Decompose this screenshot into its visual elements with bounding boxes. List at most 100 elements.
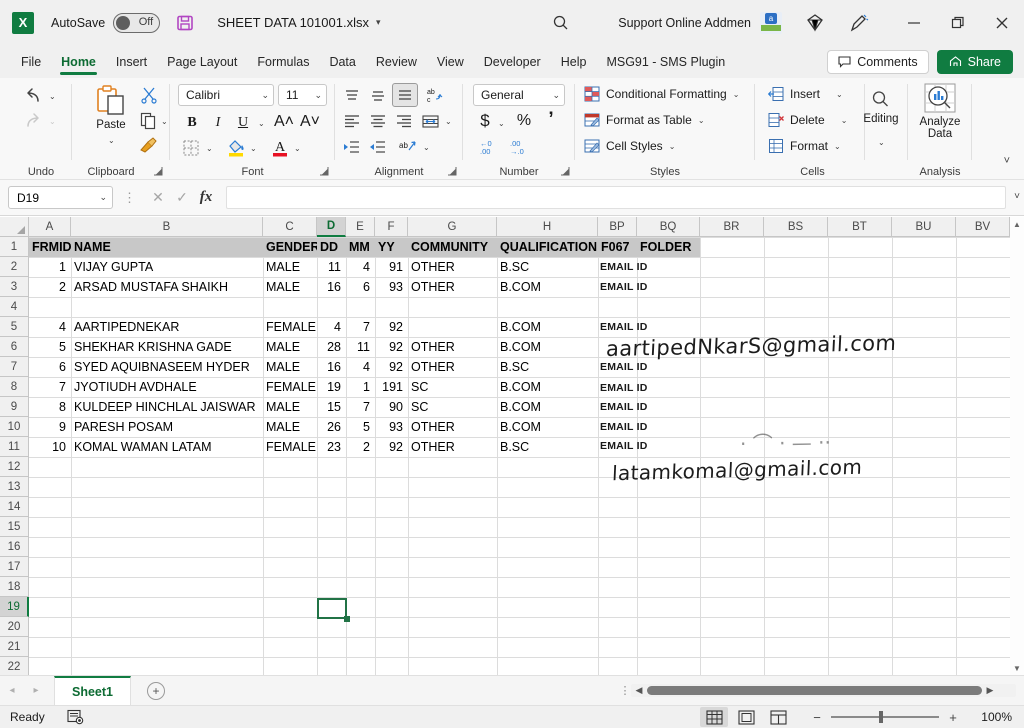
cell-qualification-row7[interactable]: B.SC <box>497 357 598 377</box>
row-header-14[interactable]: 14 <box>0 497 29 517</box>
underline-caret-icon[interactable]: ⌄ <box>258 119 265 128</box>
cell-name-row3[interactable]: ARSAD MUSTAFA SHAIKH <box>71 277 263 297</box>
header-cell-frmid[interactable]: FRMID <box>29 237 71 257</box>
underline-button[interactable]: U <box>232 112 254 134</box>
cell-name-row6[interactable]: SHEKHAR KRISHNA GADE <box>71 337 263 357</box>
tab-review[interactable]: Review <box>366 49 427 75</box>
cell-mm-row3[interactable]: 6 <box>346 277 375 297</box>
borders-button[interactable] <box>179 138 203 158</box>
cell-mm-row7[interactable]: 4 <box>346 357 375 377</box>
cell-qualification-row2[interactable]: B.SC <box>497 257 598 277</box>
diamond-icon[interactable] <box>804 12 826 34</box>
header-cell-f067[interactable]: F067 <box>598 237 637 257</box>
align-left-button[interactable] <box>340 110 364 132</box>
cell-qualification-row5[interactable]: B.COM <box>497 317 598 337</box>
cell-gender-row3[interactable]: MALE <box>263 277 317 297</box>
autosave-toggle[interactable]: Off <box>113 12 161 33</box>
currency-button[interactable]: $ <box>475 109 495 133</box>
cell-yy-row6[interactable]: 92 <box>375 337 408 357</box>
cell-frmid-row10[interactable]: 9 <box>29 417 71 437</box>
row-header-2[interactable]: 2 <box>0 257 29 277</box>
cell-qualification-row8[interactable]: B.COM <box>497 377 598 397</box>
wrap-text-button[interactable]: ab <box>395 136 421 158</box>
cell-gender-row8[interactable]: FEMALE <box>263 377 317 397</box>
row-header-12[interactable]: 12 <box>0 457 29 477</box>
editing-caret-icon[interactable]: ⌄ <box>878 138 885 147</box>
add-sheet-button[interactable]: + <box>147 681 165 700</box>
alignment-dialog-launcher[interactable] <box>447 166 458 177</box>
document-title[interactable]: SHEET DATA 101001.xlsx <box>217 15 369 30</box>
cell-name-row5[interactable]: AARTIPEDNEKAR <box>71 317 263 337</box>
cut-button[interactable] <box>138 85 160 105</box>
grow-font-button[interactable]: A˄ <box>272 110 296 134</box>
column-header-f[interactable]: F <box>375 217 408 237</box>
format-painter-button[interactable] <box>136 135 160 155</box>
confirm-formula-button[interactable]: ✓ <box>170 187 194 209</box>
page-layout-view-button[interactable] <box>732 707 760 727</box>
cell-frmid-row2[interactable]: 1 <box>29 257 71 277</box>
close-button[interactable] <box>980 0 1024 45</box>
percent-button[interactable]: % <box>513 109 535 133</box>
cell-dd-row8[interactable]: 19 <box>317 377 346 397</box>
row-header-11[interactable]: 11 <box>0 437 29 457</box>
cell-gender-row6[interactable]: MALE <box>263 337 317 357</box>
tab-formulas[interactable]: Formulas <box>247 49 319 75</box>
cell-frmid-row5[interactable]: 4 <box>29 317 71 337</box>
orientation-button[interactable]: ab c <box>422 84 448 106</box>
redo-caret-icon[interactable]: ⌄ <box>49 117 56 126</box>
format-as-table-button[interactable]: Format as Table ⌄ <box>584 112 705 128</box>
column-header-bt[interactable]: BT <box>828 217 892 237</box>
cell-gender-row5[interactable]: FEMALE <box>263 317 317 337</box>
row-header-5[interactable]: 5 <box>0 317 29 337</box>
cell-yy-row5[interactable]: 92 <box>375 317 408 337</box>
next-sheet-button[interactable]: ▸ <box>24 679 48 703</box>
row-header-1[interactable]: 1 <box>0 237 29 257</box>
cell-styles-button[interactable]: Cell Styles ⌄ <box>584 138 675 154</box>
tab-help[interactable]: Help <box>551 49 597 75</box>
header-cell-mm[interactable]: MM <box>346 237 375 257</box>
row-header-22[interactable]: 22 <box>0 657 29 675</box>
header-cell-qualification[interactable]: QUALIFICATION <box>497 237 601 257</box>
page-break-view-button[interactable] <box>764 707 792 727</box>
cell-dd-row3[interactable]: 16 <box>317 277 346 297</box>
bold-button[interactable]: B <box>181 112 203 134</box>
column-header-bq[interactable]: BQ <box>637 217 700 237</box>
comma-button[interactable]: ’ <box>541 108 561 132</box>
decrease-decimal-button[interactable]: ←0.00 <box>477 136 503 158</box>
font-color-caret-icon[interactable]: ⌄ <box>294 144 301 153</box>
decrease-indent-button[interactable] <box>339 136 363 158</box>
middle-align-button[interactable] <box>366 84 390 106</box>
cell-name-row7[interactable]: SYED AQUIBNASEEM HYDER <box>71 357 263 377</box>
number-dialog-launcher[interactable] <box>560 166 571 177</box>
spreadsheet-grid[interactable]: A B C D E F G H BP BQ BR BS BT BU BV 1 2 3 4 5 6 7 8 9 10 11 12 13… <box>0 217 1024 675</box>
header-cell-name[interactable]: NAME <box>71 237 263 257</box>
align-center-button[interactable] <box>366 110 390 132</box>
delete-cells-button[interactable]: Delete ⌄ <box>768 112 847 128</box>
fill-handle[interactable] <box>344 616 350 622</box>
scroll-up-arrow-icon[interactable]: ▲ <box>1010 217 1024 231</box>
row-header-19[interactable]: 19 <box>0 597 29 617</box>
row-header-15[interactable]: 15 <box>0 517 29 537</box>
cell-gender-row10[interactable]: MALE <box>263 417 317 437</box>
column-header-br[interactable]: BR <box>700 217 764 237</box>
cell-name-row9[interactable]: KULDEEP HINCHLAL JAISWAR <box>71 397 263 417</box>
tab-developer[interactable]: Developer <box>474 49 551 75</box>
select-all-corner[interactable] <box>0 217 29 237</box>
analyze-data-button[interactable]: Analyze Data <box>918 83 962 140</box>
minimize-button[interactable] <box>892 0 936 45</box>
column-header-bu[interactable]: BU <box>892 217 956 237</box>
column-header-h[interactable]: H <box>497 217 598 237</box>
increase-indent-button[interactable] <box>365 136 389 158</box>
font-color-button[interactable]: A <box>268 136 292 158</box>
cancel-formula-button[interactable]: ✕ <box>146 187 170 209</box>
insert-cells-button[interactable]: Insert ⌄ <box>768 86 843 102</box>
row-header-21[interactable]: 21 <box>0 637 29 657</box>
cell-frmid-row9[interactable]: 8 <box>29 397 71 417</box>
wrap-text-caret-icon[interactable]: ⌄ <box>423 143 430 152</box>
cell-yy-row9[interactable]: 90 <box>375 397 408 417</box>
cell-name-row11[interactable]: KOMAL WAMAN LATAM <box>71 437 263 457</box>
cell-gender-row11[interactable]: FEMALE <box>263 437 317 457</box>
row-header-10[interactable]: 10 <box>0 417 29 437</box>
sheet-tab-sheet1[interactable]: Sheet1 <box>54 676 131 705</box>
vertical-scrollbar[interactable]: ▲ ▼ <box>1010 217 1024 675</box>
